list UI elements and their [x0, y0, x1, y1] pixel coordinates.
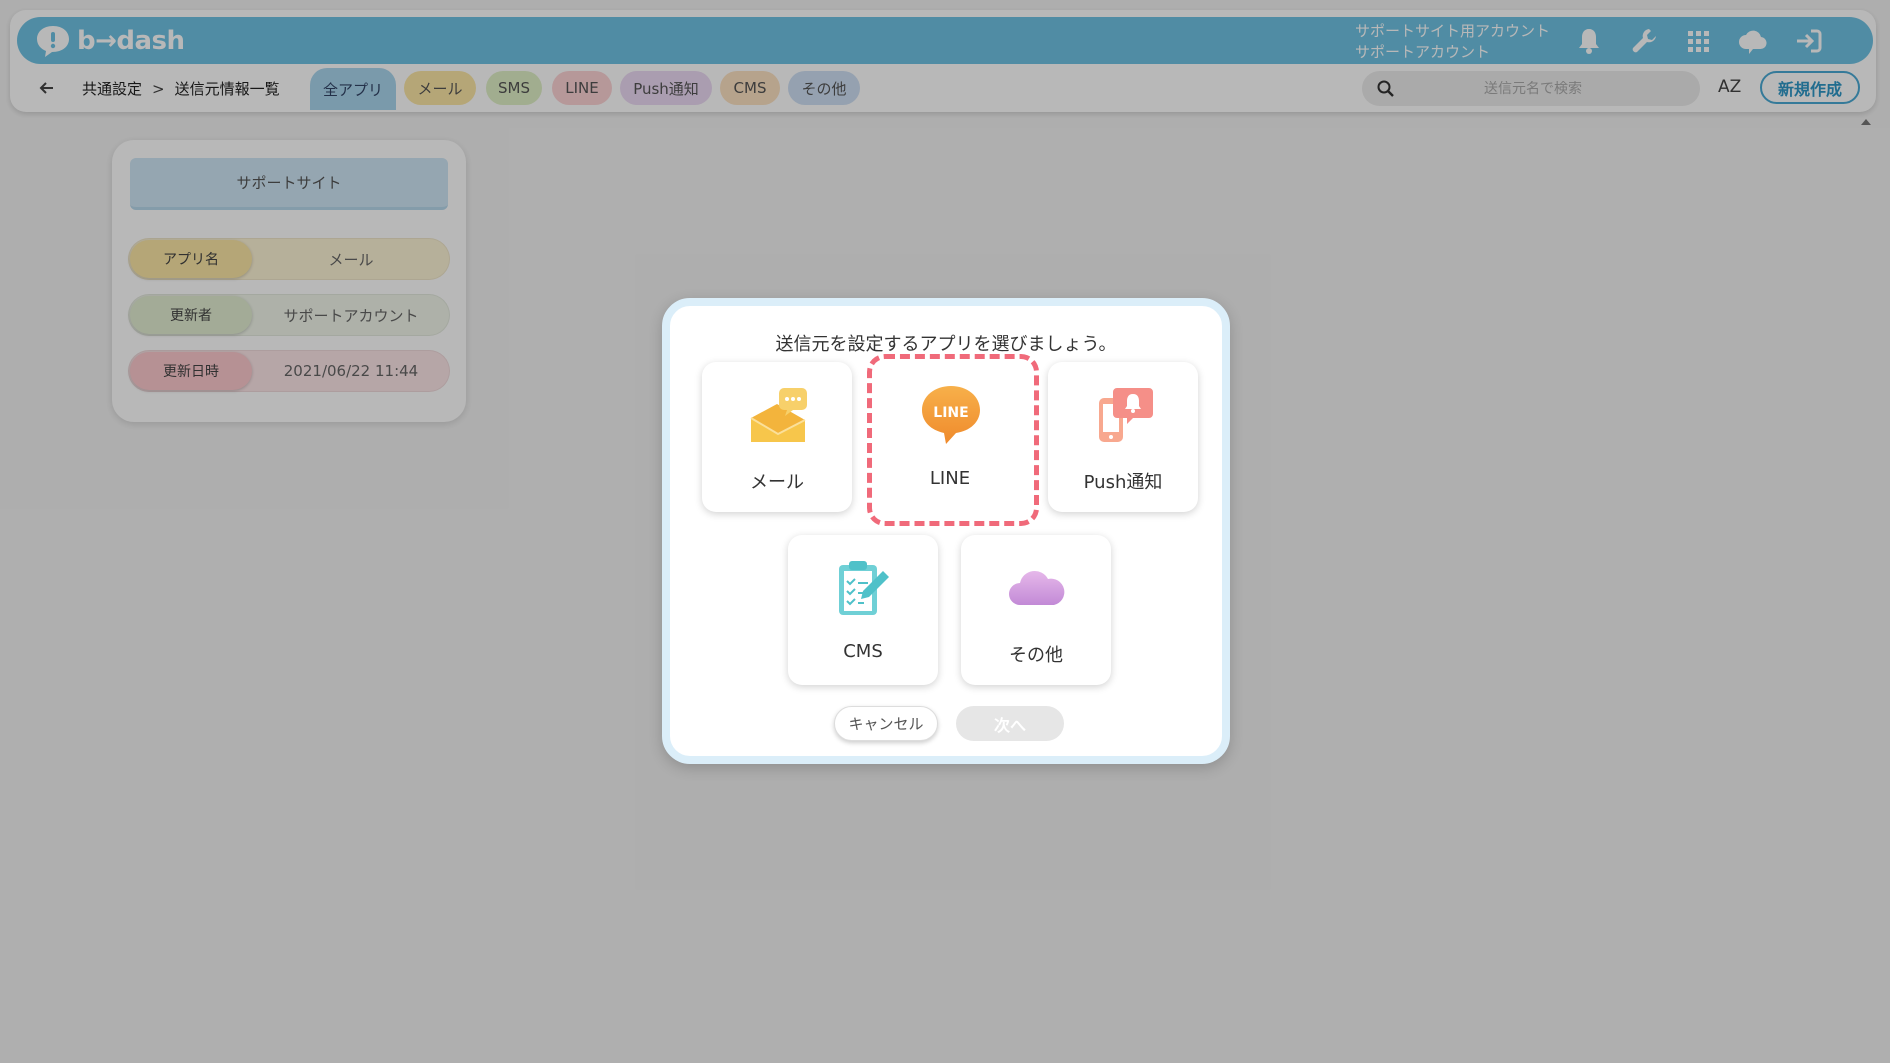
- option-other-label: その他: [1009, 645, 1063, 666]
- mail-icon: [747, 384, 809, 446]
- modal-title: 送信元を設定するアプリを選びましょう。: [775, 334, 1117, 355]
- cms-clipboard-icon: [833, 557, 895, 619]
- option-mail-label: メール: [750, 472, 804, 493]
- option-cms-label: CMS: [843, 641, 883, 662]
- option-cms[interactable]: CMS: [788, 535, 938, 685]
- option-line-label: LINE: [929, 468, 971, 489]
- line-icon-text: LINE: [933, 405, 968, 421]
- app-root: b→dash サポートサイト用アカウント サポートアカウント 共通設定 > 送信…: [0, 0, 1890, 1063]
- push-notification-icon: [1093, 384, 1155, 446]
- option-other[interactable]: その他: [961, 535, 1111, 685]
- option-line[interactable]: LINE LINE: [867, 354, 1039, 526]
- option-push-label: Push通知: [1083, 472, 1163, 493]
- cloud-icon: [1006, 557, 1068, 619]
- option-mail[interactable]: メール: [702, 362, 852, 512]
- line-icon: LINE: [920, 384, 982, 446]
- cancel-button[interactable]: キャンセル: [834, 706, 938, 741]
- option-push[interactable]: Push通知: [1048, 362, 1198, 512]
- app-select-modal: 送信元を設定するアプリを選びましょう。 メール LINE LINE Push通知…: [662, 298, 1230, 764]
- next-button[interactable]: 次へ: [956, 706, 1064, 741]
